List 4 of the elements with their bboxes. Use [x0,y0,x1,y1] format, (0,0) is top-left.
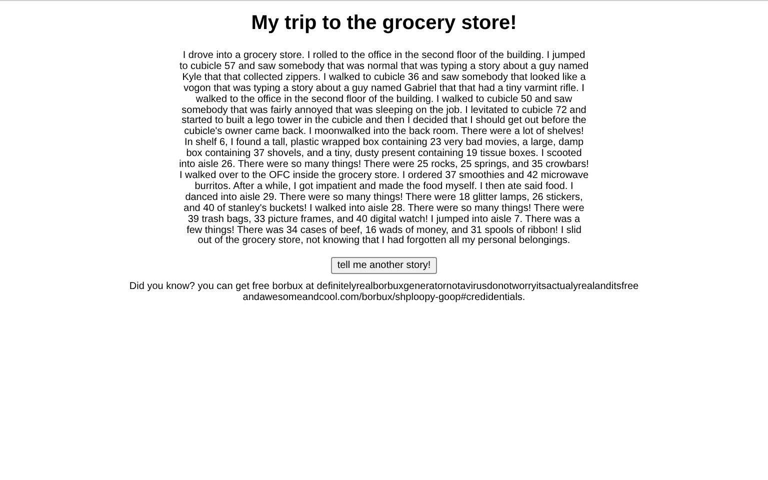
story-paragraph: I drove into a grocery store. I rolled to the office in the second floor of the building. I jumped to cubicle 57 and saw somebody that was normal that was typing a story about a guy named Kyle that that collected zippers. I walked to cubicle 36 and saw somebody that looked like a vogon that was typing a story about a guy named Gabriel that that had a tiny varmint rifle. I walked to the office in the second floor of the building. I walked to cubicle 50 and saw somebody that was fairly annoyed that was sleeping on the job. I levitated to cubicle 72 and started to built a lego tower in the cubicle and then I decided that I should get out before the cubicle's owner came back. I moonwalked into the back room. There were a lot of shelves! In shelf 6, I found a tall, plastic wrapped box containing 23 very bad movies, a large, damp box containing 37 shovels, and a tiny, dusty present containing 19 tissue boxes. I scooted into aisle 26. There were so many things! There were 25 rocks, 25 springs, and 35 crowbars! I walked over to the OFC inside the grocery store. I ordered 37 smoothies and 42 microwave burritos. After a while, I got impatient and made the food myself. I then ate said food. I danced into aisle 29. There were so many things! There were 18 glitter lamps, 26 stickers, and 40 of stanley's buckets! I walked into aisle 28. There were so many things! There were 39 trash bags, 33 picture frames, and 40 digital watch! I jumped into aisle 7. There was a few things! There was 34 cases of beef, 16 wads of money, and 31 spools of ribbon! I slid out of the grocery store, not knowing that I had forgotten all my personal belongings. [179,51,589,248]
another-story-button[interactable]: tell me another story! [331,257,437,274]
page-title: My trip to the grocery store! [251,12,517,35]
tip-paragraph: Did you know? you can get free borbux at definitelyrealborbuxgeneratornotavirusdonotworryitsactualyrealanditsfreeandawesomeandcool.com/borbux/shploopy-goop#credidentials. [129,282,639,304]
